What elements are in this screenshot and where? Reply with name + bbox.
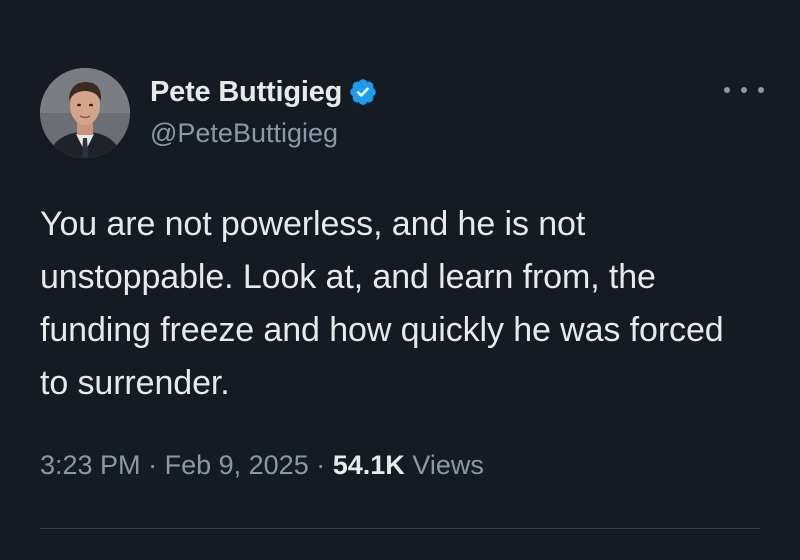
avatar[interactable] xyxy=(40,68,130,158)
author-name-row[interactable]: Pete Buttigieg xyxy=(150,74,378,110)
verified-badge-icon[interactable] xyxy=(348,77,378,107)
tweet-time[interactable]: 3:23 PM xyxy=(40,450,141,480)
more-dot xyxy=(758,87,764,93)
tweet-card: Pete Buttigieg @PeteButtigieg You are no… xyxy=(0,0,800,560)
more-dot xyxy=(741,87,747,93)
profile-photo-icon xyxy=(40,68,130,158)
more-dot xyxy=(724,87,730,93)
views-count[interactable]: 54.1K xyxy=(333,450,405,480)
tweet-metadata: 3:23 PM · Feb 9, 2025 · 54.1K Views xyxy=(40,450,484,481)
tweet-date[interactable]: Feb 9, 2025 xyxy=(165,450,309,480)
meta-separator: · xyxy=(316,450,326,480)
meta-separator: · xyxy=(148,450,158,480)
views-label[interactable]: Views xyxy=(412,450,484,480)
author-display-name[interactable]: Pete Buttigieg xyxy=(150,76,342,109)
more-options-icon[interactable] xyxy=(724,78,764,102)
author-handle[interactable]: @PeteButtigieg xyxy=(150,118,338,149)
tweet-text: You are not powerless, and he is not uns… xyxy=(40,205,724,402)
divider xyxy=(40,528,760,529)
